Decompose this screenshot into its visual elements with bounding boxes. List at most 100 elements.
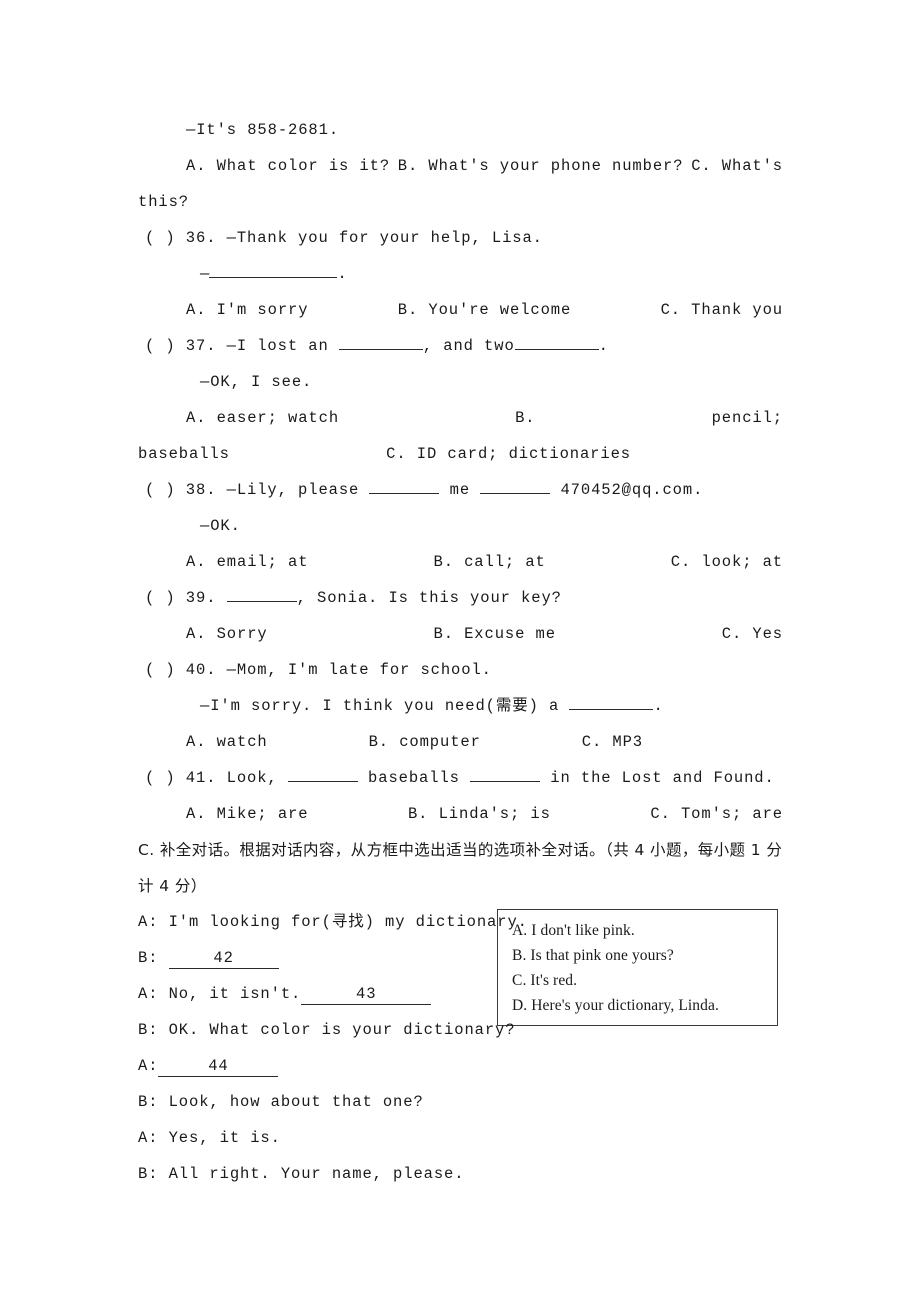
answer-line-phone: —It's 858-2681. bbox=[186, 121, 340, 139]
option-gap bbox=[551, 796, 651, 832]
answer-blank-44[interactable]: 44 bbox=[158, 1057, 279, 1077]
question-36-answer-line: —. bbox=[138, 256, 783, 292]
options-row-38: A. email; at B. call; at C. look; at bbox=[138, 544, 783, 580]
section-c-heading-line2: 计 4 分） bbox=[138, 877, 207, 895]
question-36-text: —Thank you for your help, Lisa. bbox=[226, 229, 543, 247]
question-39-text-post: , Sonia. Is this your key? bbox=[296, 589, 562, 607]
option-gap bbox=[390, 148, 398, 184]
answer-blank-43[interactable]: 43 bbox=[301, 985, 432, 1005]
question-37-answer-line: —OK, I see. bbox=[200, 373, 313, 391]
question-37-text-mid: , and two bbox=[422, 337, 515, 355]
question-37-text-post: . bbox=[598, 337, 609, 355]
question-41-text-mid: baseballs bbox=[357, 769, 471, 787]
option-gap bbox=[683, 148, 691, 184]
option-gap bbox=[230, 436, 386, 472]
dialogue-line-4: B: OK. What color is your dictionary? bbox=[138, 1012, 783, 1048]
dialogue-line-2: B: 42 bbox=[138, 940, 783, 976]
question-40-stem: ( ) 40. —Mom, I'm late for school. bbox=[138, 652, 783, 688]
option-a-38: A. email; at bbox=[186, 553, 309, 571]
option-gap bbox=[308, 796, 408, 832]
option-gap bbox=[308, 292, 397, 328]
option-a-37: A. easer; watch bbox=[186, 409, 340, 427]
question-37-text-pre: —I lost an bbox=[226, 337, 339, 355]
question-40-answer-line: —I'm sorry. I think you need(需要) a . bbox=[138, 688, 783, 724]
dialogue-line-6: B: Look, how about that one? bbox=[138, 1084, 783, 1120]
dialogue-text: All right. Your name, please. bbox=[168, 1165, 465, 1183]
question-38-text-mid: me bbox=[439, 481, 481, 499]
options-row-40: A. watch B. computer C. MP3 bbox=[138, 724, 783, 760]
section-c-heading-line1: C. 补全对话。根据对话内容，从方框中选出适当的选项补全对话。（共 4 小题，每… bbox=[138, 841, 783, 859]
question-38-marker: ( ) 38. bbox=[145, 481, 217, 499]
option-gap bbox=[536, 400, 712, 436]
option-gap bbox=[546, 544, 671, 580]
question-40-text-pre: —I'm sorry. I think you need(需要) a bbox=[200, 697, 570, 715]
answer-blank-42[interactable]: 42 bbox=[168, 949, 279, 969]
option-b-37-label: B. bbox=[515, 409, 536, 427]
options-row-36: A. I'm sorry B. You're welcome C. Thank … bbox=[138, 292, 783, 328]
option-a-top: A. What color is it? bbox=[186, 157, 391, 175]
fill-in-blank-40[interactable] bbox=[569, 694, 654, 710]
dialogue-speaker: A: bbox=[138, 985, 159, 1003]
dash-glyph: — bbox=[200, 265, 210, 283]
dialogue-speaker: A: bbox=[138, 913, 159, 931]
dialogue-line-1: A: I'm looking for(寻找) my dictionary. bbox=[138, 904, 783, 940]
question-36-stem: ( ) 36. —Thank you for your help, Lisa. bbox=[138, 220, 783, 256]
dialogue-speaker: B: bbox=[138, 1093, 159, 1111]
question-41-text-post: in the Lost and Found. bbox=[540, 769, 775, 787]
option-b-36: B. You're welcome bbox=[397, 301, 572, 319]
question-37-marker: ( ) 37. bbox=[145, 337, 217, 355]
option-c-40: C. MP3 bbox=[581, 733, 643, 751]
question-38-text-post: 470452@qq.com. bbox=[550, 481, 704, 499]
dialogue-speaker: B: bbox=[138, 949, 159, 967]
option-a-39: A. Sorry bbox=[186, 625, 268, 643]
fill-in-blank-39[interactable] bbox=[226, 586, 297, 602]
option-c-38: C. look; at bbox=[670, 553, 784, 571]
option-gap bbox=[308, 544, 433, 580]
option-b-41: B. Linda's; is bbox=[407, 805, 551, 823]
dialogue-text: I'm looking for(寻找) my dictionary. bbox=[168, 913, 528, 931]
question-36-period: . bbox=[337, 265, 348, 283]
option-b-40: B. computer bbox=[368, 733, 481, 751]
question-41-marker: ( ) 41. bbox=[145, 769, 217, 787]
fill-in-blank-37a[interactable] bbox=[338, 334, 423, 350]
option-b-37-text: pencil; bbox=[711, 409, 784, 427]
dialogue-line-7: A: Yes, it is. bbox=[138, 1120, 783, 1156]
option-c-41: C. Tom's; are bbox=[650, 805, 783, 823]
question-38-stem: ( ) 38. —Lily, please me 470452@qq.com. bbox=[138, 472, 783, 508]
question-40-marker: ( ) 40. bbox=[145, 661, 217, 679]
dialogue-line-3: A: No, it isn't. 43 bbox=[138, 976, 783, 1012]
dialogue-line-5: A: 44 bbox=[138, 1048, 783, 1084]
fill-in-blank-41a[interactable] bbox=[287, 766, 358, 782]
question-41-stem: ( ) 41. Look, baseballs in the Lost and … bbox=[138, 760, 783, 796]
dialogue-speaker: A: bbox=[138, 1057, 159, 1075]
wrap-line-this: this? bbox=[138, 193, 190, 211]
question-40-text: —Mom, I'm late for school. bbox=[226, 661, 492, 679]
fill-in-blank-41b[interactable] bbox=[470, 766, 541, 782]
question-39-marker: ( ) 39. bbox=[145, 589, 217, 607]
option-gap bbox=[571, 292, 660, 328]
fill-in-blank-38a[interactable] bbox=[369, 478, 440, 494]
option-gap bbox=[481, 724, 582, 760]
option-c-top: C. What's bbox=[691, 157, 784, 175]
question-36-marker: ( ) 36. bbox=[145, 229, 217, 247]
fill-in-blank-36[interactable] bbox=[209, 262, 338, 278]
dialogue-text: No, it isn't. bbox=[168, 985, 302, 1003]
option-a-36: A. I'm sorry bbox=[186, 301, 309, 319]
option-b-39: B. Excuse me bbox=[433, 625, 556, 643]
option-a-41: A. Mike; are bbox=[186, 805, 309, 823]
option-gap bbox=[556, 616, 722, 652]
option-gap bbox=[339, 400, 515, 436]
option-gap bbox=[268, 616, 434, 652]
options-row-top: A. What color is it? B. What's your phon… bbox=[138, 148, 783, 184]
fill-in-blank-37b[interactable] bbox=[514, 334, 599, 350]
dialogue-text: Look, how about that one? bbox=[168, 1093, 424, 1111]
fill-in-blank-38b[interactable] bbox=[480, 478, 551, 494]
dialogue-line-8: B: All right. Your name, please. bbox=[138, 1156, 783, 1192]
option-c-39: C. Yes bbox=[721, 625, 784, 643]
question-41-text-pre: Look, bbox=[226, 769, 288, 787]
question-37-stem: ( ) 37. —I lost an , and two. bbox=[138, 328, 783, 364]
dialogue-speaker: B: bbox=[138, 1021, 159, 1039]
dialogue-speaker: A: bbox=[138, 1129, 159, 1147]
options-row-37: A. easer; watch B. pencil; bbox=[138, 400, 783, 436]
dialogue-text: OK. What color is your dictionary? bbox=[168, 1021, 516, 1039]
